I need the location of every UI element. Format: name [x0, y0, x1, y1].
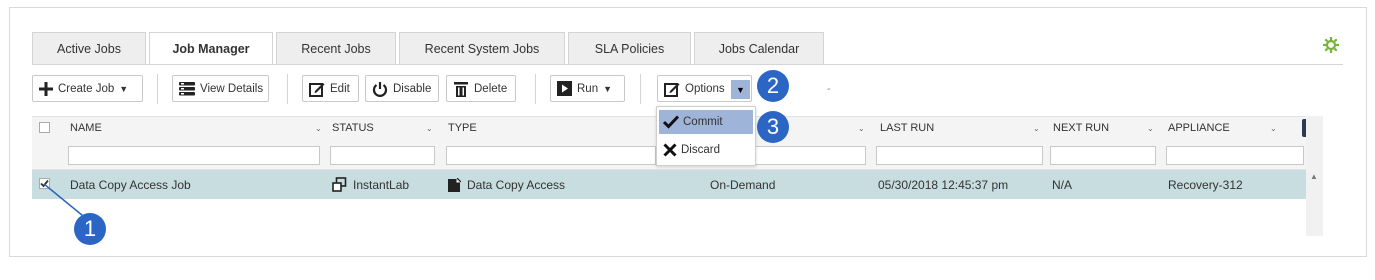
chevron-down-icon[interactable]: ⌄	[858, 124, 865, 133]
edit-icon	[309, 81, 325, 97]
chevron-down-icon[interactable]: ⌄	[1033, 124, 1040, 133]
tab-job-manager[interactable]: Job Manager	[149, 32, 273, 65]
callout-1: 1	[74, 213, 106, 245]
last-run-filter-input[interactable]	[876, 146, 1043, 165]
column-header-next-run[interactable]: NEXT RUN ⌄	[1053, 116, 1157, 140]
edit-icon	[664, 81, 680, 97]
tab-bar: Active Jobs Job Manager Recent Jobs Rece…	[32, 32, 827, 65]
callout-2: 2	[757, 70, 789, 102]
column-header-type[interactable]: TYPE	[448, 116, 648, 140]
tab-recent-system-jobs[interactable]: Recent System Jobs	[399, 32, 565, 64]
grid-scrollbar[interactable]: ▲	[1306, 116, 1323, 236]
row-next-run: N/A	[1052, 177, 1073, 192]
chevron-down-icon[interactable]: ⌄	[426, 124, 433, 133]
options-menu: Commit Discard	[656, 106, 756, 166]
table-row[interactable]	[32, 170, 1306, 199]
chevron-down-icon[interactable]: ⌄	[315, 124, 322, 133]
tab-jobs-calendar[interactable]: Jobs Calendar	[694, 32, 824, 64]
details-icon	[179, 81, 195, 96]
toolbar-dash: -	[827, 83, 831, 95]
discard-menu-item[interactable]: Discard	[659, 138, 753, 162]
column-header-appliance[interactable]: APPLIANCE ⌄	[1168, 116, 1280, 140]
callout-3: 3	[757, 111, 789, 143]
toolbar-separator	[640, 74, 641, 104]
edit-button[interactable]: Edit	[302, 75, 359, 102]
disable-button[interactable]: Disable	[365, 75, 439, 102]
row-last-run: 05/30/2018 12:45:37 pm	[878, 177, 1009, 192]
commit-menu-item[interactable]: Commit	[659, 110, 753, 134]
plus-icon	[39, 81, 53, 96]
chevron-down-icon: ▼	[603, 83, 613, 94]
gear-icon[interactable]	[1322, 36, 1340, 54]
schedule-filter-input[interactable]	[754, 146, 866, 165]
power-icon	[372, 81, 388, 97]
column-header-name[interactable]: NAME ⌄	[70, 116, 325, 140]
chevron-down-icon[interactable]: ⌄	[1270, 124, 1277, 133]
appliance-filter-input[interactable]	[1166, 146, 1304, 165]
tab-recent-jobs[interactable]: Recent Jobs	[276, 32, 396, 64]
column-header-last-run[interactable]: LAST RUN ⌄	[880, 116, 1043, 140]
delete-button[interactable]: Delete	[446, 75, 516, 102]
column-header-status[interactable]: STATUS ⌄	[332, 116, 436, 140]
type-filter-input[interactable]	[446, 146, 656, 165]
options-dropdown-toggle[interactable]: ▼	[731, 80, 750, 99]
run-button[interactable]: Run ▼	[550, 75, 625, 102]
tab-sla-policies[interactable]: SLA Policies	[568, 32, 691, 64]
row-type: Data Copy Access	[448, 170, 565, 199]
scroll-up-icon[interactable]: ▲	[1310, 172, 1318, 181]
name-filter-input[interactable]	[68, 146, 320, 165]
column-header-schedule-chevron[interactable]: ⌄	[858, 116, 868, 140]
row-appliance: Recovery-312	[1168, 177, 1243, 192]
select-all-checkbox[interactable]	[39, 122, 50, 133]
view-details-button[interactable]: View Details	[172, 75, 269, 102]
chevron-down-icon: ▼	[119, 83, 129, 94]
toolbar-separator	[535, 74, 536, 104]
check-icon	[663, 115, 679, 129]
row-status: InstantLab	[332, 170, 409, 199]
play-icon	[557, 81, 572, 96]
create-job-button[interactable]: Create Job ▼	[32, 75, 143, 102]
toolbar-separator	[157, 74, 158, 104]
instantlab-icon	[332, 177, 347, 192]
chevron-down-icon: ▼	[736, 84, 745, 95]
status-filter-input[interactable]	[330, 146, 435, 165]
next-run-filter-input[interactable]	[1050, 146, 1156, 165]
data-copy-icon	[448, 177, 461, 192]
chevron-down-icon[interactable]: ⌄	[1147, 124, 1154, 133]
row-schedule: On-Demand	[710, 177, 776, 192]
trash-icon	[453, 81, 469, 97]
toolbar-separator	[287, 74, 288, 104]
tab-active-jobs[interactable]: Active Jobs	[32, 32, 146, 64]
close-icon	[663, 143, 677, 157]
tab-divider	[32, 64, 1343, 65]
